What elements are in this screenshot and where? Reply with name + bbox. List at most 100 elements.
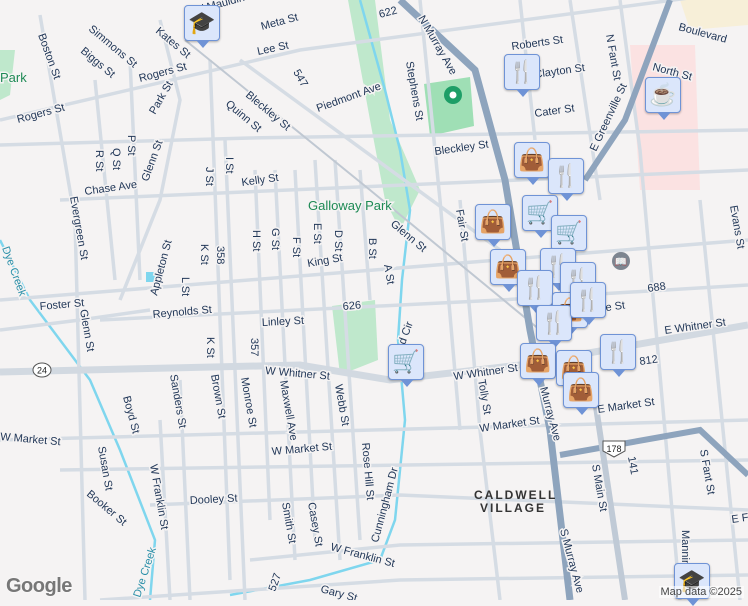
restaurant-icon: 🍴 <box>508 59 536 84</box>
street-label: Sanders St <box>167 373 188 429</box>
route-shield-24: 24 <box>32 362 52 378</box>
restaurant-icon: 🍴 <box>540 310 568 335</box>
route-number: 178 <box>606 444 621 454</box>
street-label: 527 <box>267 572 285 593</box>
grocery-marker[interactable]: 🛒 <box>551 215 587 258</box>
street-label: W Franklin St <box>147 463 170 530</box>
street-label: 626 <box>342 299 361 313</box>
street-label: Dooley St <box>190 493 238 507</box>
street-label: Rose Hill St <box>359 442 376 500</box>
restaurant-icon: 🍴 <box>521 275 549 300</box>
street-label: Mannin <box>679 530 691 566</box>
street-label: W Market St <box>0 431 61 448</box>
street-label: 357 <box>248 338 260 356</box>
street-label: K St <box>204 337 216 358</box>
restaurant-marker[interactable]: 🍴 <box>504 54 540 97</box>
street-label: Glenn St <box>140 139 166 183</box>
street-label: F St <box>290 237 302 257</box>
restaurant-marker[interactable]: 🍴 <box>600 334 636 377</box>
street-label: J St <box>203 167 215 186</box>
neighborhood-label: VILLAGE <box>480 501 546 515</box>
restaurant-marker[interactable]: 🍴 <box>570 282 606 325</box>
restaurant-marker[interactable]: 🍴 <box>536 305 572 348</box>
street-label: P St <box>125 135 137 156</box>
library-pin-icon[interactable]: 📖 <box>612 252 630 270</box>
route-shield-178: 178 <box>602 440 626 458</box>
shopping-marker[interactable]: 👜 <box>520 343 556 386</box>
street-label: 688 <box>647 281 667 295</box>
street-label: H St <box>250 230 262 251</box>
street-label: S Fant St <box>697 448 717 495</box>
restaurant-icon: 🍴 <box>604 339 632 364</box>
street-label: Fair St <box>453 208 470 242</box>
street-label: E Market St <box>597 396 656 416</box>
street-label: K St <box>198 244 210 265</box>
street-label: Kelly St <box>241 172 280 189</box>
street-label: R St <box>93 150 105 171</box>
route-number: 24 <box>37 366 47 376</box>
street-label: D St <box>332 230 344 251</box>
street-label: Booker St <box>84 488 129 528</box>
street-label: Chase Ave <box>84 179 138 198</box>
shopping-icon: 👜 <box>524 348 552 373</box>
street-label: W Market St <box>479 415 541 435</box>
street-label: 622 <box>378 5 399 21</box>
map-attribution[interactable]: Map data ©2025 <box>658 586 744 598</box>
street-label: I St <box>223 157 235 174</box>
street-label: Smith St <box>279 501 298 544</box>
creek-label: Dye Creek <box>0 245 28 298</box>
street-label: E St <box>311 223 323 244</box>
street-label: 547 <box>290 68 310 90</box>
grocery-icon: 🛒 <box>392 349 420 374</box>
street-label: A St <box>381 263 396 285</box>
street-label: G St <box>269 228 281 250</box>
street-label: Cater St <box>534 102 576 120</box>
street-label: Appleton St <box>148 239 174 297</box>
street-label: Q St <box>110 148 122 170</box>
shopping-icon: 👜 <box>567 377 595 402</box>
street-label: 358 <box>214 246 226 264</box>
street-label: Boston St <box>35 32 63 81</box>
street-label: 812 <box>639 354 659 368</box>
grocery-icon: 🛒 <box>526 200 554 225</box>
shopping-icon: 👜 <box>479 209 507 234</box>
shopping-marker[interactable]: 👜 <box>563 372 599 415</box>
shopping-icon: 👜 <box>518 147 546 172</box>
restaurant-marker[interactable]: 🍴 <box>517 270 553 313</box>
park-label: Galloway Park <box>308 198 392 213</box>
park-pin-icon[interactable] <box>444 86 462 104</box>
grocery-marker[interactable]: 🛒 <box>388 344 424 387</box>
park-label: Park <box>0 70 27 85</box>
restaurant-icon: 🍴 <box>574 287 602 312</box>
street-label: Meta St <box>260 11 300 32</box>
shopping-marker[interactable]: 👜 <box>514 142 550 185</box>
street-label: Murray Ave <box>537 386 563 443</box>
restaurant-marker[interactable]: 🍴 <box>548 158 584 201</box>
school-icon: 🎓 <box>188 10 216 35</box>
street-label: Brown St <box>208 373 228 419</box>
grocery-icon: 🛒 <box>555 220 583 245</box>
street-label: W Market St <box>271 441 332 458</box>
street-label: Webb St <box>332 383 351 426</box>
street-label: N Fant St <box>603 33 623 81</box>
street-label: King St <box>306 252 343 270</box>
railway <box>184 39 541 331</box>
cafe-icon: ☕ <box>649 82 677 107</box>
street-label: Roberts St <box>511 34 564 53</box>
cafe-marker[interactable]: ☕ <box>645 77 681 120</box>
neighborhood-label: CALDWELL <box>474 488 557 502</box>
google-logo: Google <box>6 575 72 597</box>
shopping-marker[interactable]: 👜 <box>475 204 511 247</box>
street-label: E F <box>731 512 748 526</box>
map-canvas[interactable]: 📖 24 178 W Mauldin StMeta St 622Boston St… <box>0 0 748 600</box>
street-label: Linley St <box>262 315 305 329</box>
street-label: Casey St <box>305 501 325 547</box>
street-label: B St <box>366 238 378 259</box>
street-label: Boyd St <box>120 395 142 435</box>
street-label: Monroe St <box>238 376 259 428</box>
restaurant-icon: 🍴 <box>552 163 580 188</box>
street-label: Stephens St <box>403 60 425 121</box>
svg-text:📖: 📖 <box>615 257 627 268</box>
school-marker[interactable]: 🎓 <box>184 5 220 48</box>
street-label: Evergreen St <box>67 195 90 260</box>
